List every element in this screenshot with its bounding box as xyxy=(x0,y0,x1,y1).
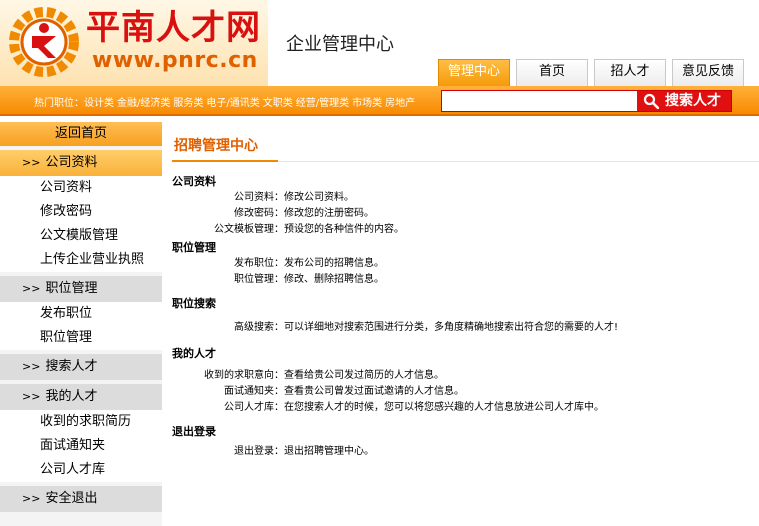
hot-link-realestate[interactable]: 房地产 xyxy=(385,98,415,109)
sidebar-item-template[interactable]: 公文模版管理 xyxy=(0,224,162,248)
search-box: 搜索人才 xyxy=(441,90,732,112)
section-title: 职位管理 xyxy=(172,241,216,254)
sidebar-group-company[interactable]: >> 公司资料 xyxy=(0,150,162,176)
list-item: 公文模板管理：预设您的各种信件的内容。 xyxy=(172,222,759,238)
site-logo[interactable]: 平南人才网 www.pnrc.cn xyxy=(0,0,268,86)
hot-link-management[interactable]: 经营/管理类 xyxy=(296,98,349,109)
hot-jobs: 热门职位：设计类 金融/经济类 服务类 电子/通讯类 文职类 经营/管理类 市场类 房地产 xyxy=(34,94,418,109)
section-title: 公司资料 xyxy=(172,175,216,188)
hot-link-electronics[interactable]: 电子/通讯类 xyxy=(206,98,259,109)
chevron-right-icon: >> xyxy=(22,390,41,403)
sidebar-group-label: 我的人才 xyxy=(45,389,98,404)
sidebar-item-company-info[interactable]: 公司资料 xyxy=(0,176,162,200)
main-content: 招聘管理中心 公司资料 公司资料：修改公司资料。 修改密码：修改您的注册密码。 … xyxy=(172,122,759,460)
sidebar-group-label: 职位管理 xyxy=(45,281,98,296)
sidebar: 返回首页 >> 公司资料 公司资料 修改密码 公文模版管理 上传企业营业执照 >>… xyxy=(0,122,162,526)
list-item: 发布职位：发布公司的招聘信息。 xyxy=(172,256,759,272)
search-button-label: 搜索人才 xyxy=(665,93,721,109)
list-item: 收到的求职意向：查看给贵公司发过简历的人才信息。 xyxy=(172,368,759,384)
row-link[interactable]: 公司资料： xyxy=(172,190,284,206)
row-link[interactable]: 公文模板管理： xyxy=(172,222,284,238)
sidebar-item-upload-license[interactable]: 上传企业营业执照 xyxy=(0,248,162,272)
page-title: 招聘管理中心 xyxy=(172,122,759,162)
row-desc: 退出招聘管理中心。 xyxy=(284,446,374,457)
list-item: 退出登录：退出招聘管理中心。 xyxy=(172,444,759,460)
search-talent-button[interactable]: 搜索人才 xyxy=(637,91,731,111)
list-item: 面试通知夹：查看贵公司曾发过面试邀请的人才信息。 xyxy=(172,384,759,400)
section-title: 退出登录 xyxy=(172,425,216,438)
sidebar-item-talent-pool[interactable]: 公司人才库 xyxy=(0,458,162,482)
sidebar-group-label: 公司资料 xyxy=(45,155,98,170)
hot-jobs-label: 热门职位： xyxy=(34,98,84,109)
row-desc: 发布公司的招聘信息。 xyxy=(284,258,384,269)
search-icon xyxy=(643,93,659,109)
tab-manage-center[interactable]: 管理中心 xyxy=(438,59,510,86)
logo-text-cn: 平南人才网 xyxy=(86,8,261,48)
list-item: 修改密码：修改您的注册密码。 xyxy=(172,206,759,222)
center-title: 企业管理中心 xyxy=(286,34,394,55)
row-link[interactable]: 高级搜索： xyxy=(172,320,284,336)
tab-feedback[interactable]: 意见反馈 xyxy=(672,59,744,86)
row-desc: 在您搜索人才的时候，您可以将您感兴趣的人才信息放进公司人才库中。 xyxy=(284,402,604,413)
hot-link-clerical[interactable]: 文职类 xyxy=(263,98,293,109)
hot-link-design[interactable]: 设计类 xyxy=(84,98,114,109)
sidebar-group-search[interactable]: >> 搜索人才 xyxy=(0,354,162,380)
sidebar-item-received-resumes[interactable]: 收到的求职简历 xyxy=(0,410,162,434)
page-header: 平南人才网 www.pnrc.cn 企业管理中心 管理中心 首页 招人才 意见反… xyxy=(0,0,759,86)
sidebar-item-manage-jobs[interactable]: 职位管理 xyxy=(0,326,162,350)
chevron-right-icon: >> xyxy=(22,360,41,373)
list-item: 高级搜索：可以详细地对搜索范围进行分类，多角度精确地搜索出符合您的需要的人才! xyxy=(172,320,759,336)
list-item: 职位管理：修改、删除招聘信息。 xyxy=(172,272,759,288)
row-desc: 修改公司资料。 xyxy=(284,192,354,203)
hot-link-finance[interactable]: 金融/经济类 xyxy=(117,98,170,109)
row-link[interactable]: 发布职位： xyxy=(172,256,284,272)
row-link[interactable]: 退出登录： xyxy=(172,444,284,460)
chevron-right-icon: >> xyxy=(22,156,41,169)
search-input[interactable] xyxy=(442,91,637,111)
sidebar-item-change-password[interactable]: 修改密码 xyxy=(0,200,162,224)
sidebar-item-interview-folder[interactable]: 面试通知夹 xyxy=(0,434,162,458)
sidebar-home-link[interactable]: 返回首页 xyxy=(0,122,162,146)
hot-jobs-bar: 热门职位：设计类 金融/经济类 服务类 电子/通讯类 文职类 经营/管理类 市场类 房地产 搜… xyxy=(0,86,759,116)
row-desc: 查看贵公司曾发过面试邀请的人才信息。 xyxy=(284,386,464,397)
hot-link-service[interactable]: 服务类 xyxy=(173,98,203,109)
row-link[interactable]: 面试通知夹： xyxy=(172,384,284,400)
row-link[interactable]: 公司人才库： xyxy=(172,400,284,416)
row-desc: 修改您的注册密码。 xyxy=(284,208,374,219)
sidebar-item-post-job[interactable]: 发布职位 xyxy=(0,302,162,326)
tab-recruit[interactable]: 招人才 xyxy=(594,59,666,86)
row-link[interactable]: 修改密码： xyxy=(172,206,284,222)
row-desc: 可以详细地对搜索范围进行分类，多角度精确地搜索出符合您的需要的人才! xyxy=(284,322,619,333)
hot-link-marketing[interactable]: 市场类 xyxy=(352,98,382,109)
list-item: 公司人才库：在您搜索人才的时候，您可以将您感兴趣的人才信息放进公司人才库中。 xyxy=(172,400,759,416)
section-title: 我的人才 xyxy=(172,347,216,360)
sidebar-group-logout[interactable]: >> 安全退出 xyxy=(0,486,162,512)
sidebar-group-label: 安全退出 xyxy=(45,491,98,506)
chevron-right-icon: >> xyxy=(22,492,41,505)
section-title: 职位搜索 xyxy=(172,297,216,310)
row-desc: 查看给贵公司发过简历的人才信息。 xyxy=(284,370,444,381)
row-link[interactable]: 职位管理： xyxy=(172,272,284,288)
sidebar-group-label: 搜索人才 xyxy=(45,359,98,374)
sidebar-group-jobs[interactable]: >> 职位管理 xyxy=(0,276,162,302)
logo-text-url: www.pnrc.cn xyxy=(92,48,258,73)
chevron-right-icon: >> xyxy=(22,282,41,295)
row-desc: 预设您的各种信件的内容。 xyxy=(284,224,404,235)
row-link[interactable]: 收到的求职意向： xyxy=(172,368,284,384)
sidebar-group-my-talent[interactable]: >> 我的人才 xyxy=(0,384,162,410)
row-desc: 修改、删除招聘信息。 xyxy=(284,274,384,285)
tab-home[interactable]: 首页 xyxy=(516,59,588,86)
list-item: 公司资料：修改公司资料。 xyxy=(172,190,759,206)
logo-gear-icon xyxy=(9,7,79,77)
